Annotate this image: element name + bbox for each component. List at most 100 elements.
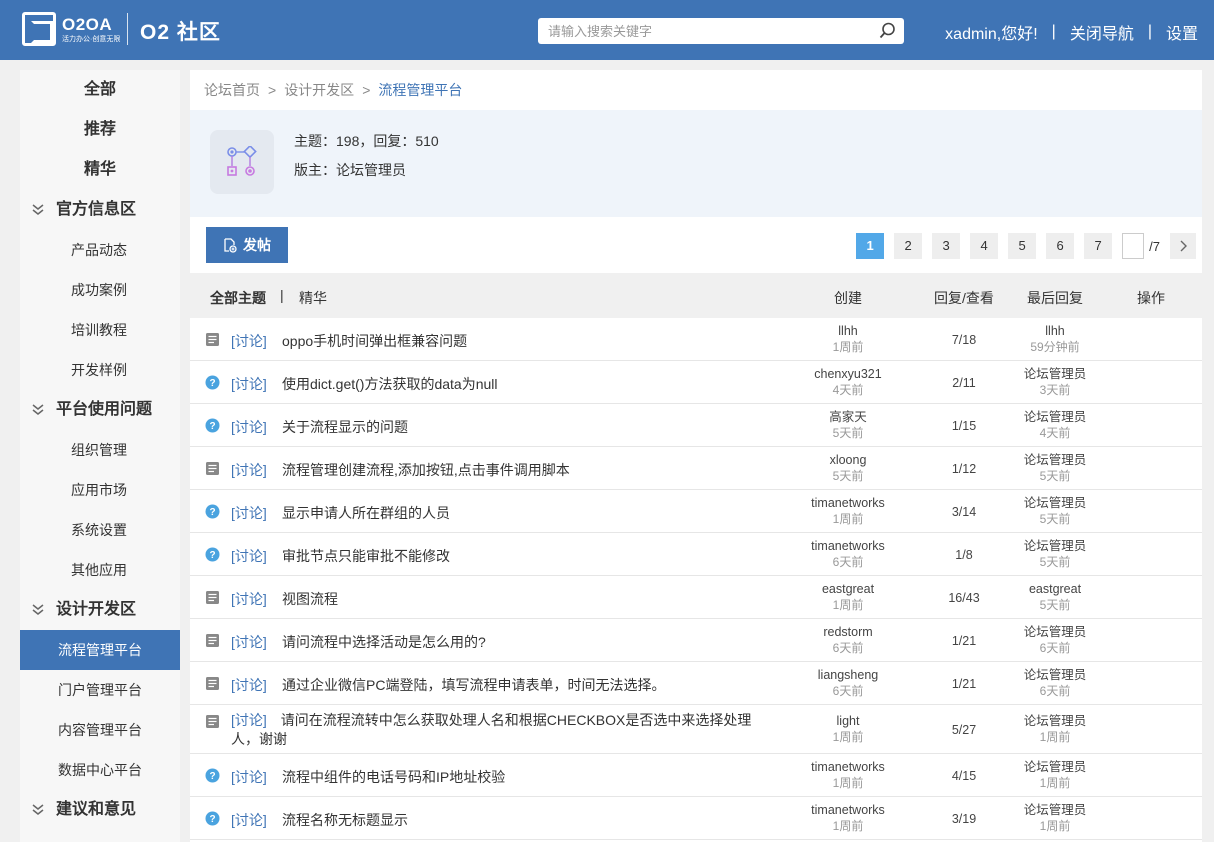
table-row[interactable]: ? [讨论] 关于流程显示的问题 高家天 5天前 1/15 论坛管理员 4天前 bbox=[190, 404, 1202, 447]
creator-name[interactable]: timanetworks bbox=[788, 802, 908, 818]
topic-title[interactable]: 流程名称无标题显示 bbox=[282, 810, 752, 830]
nav-essence[interactable]: 精华 bbox=[20, 150, 180, 190]
creator-name[interactable]: xloong bbox=[788, 452, 908, 468]
topic-title[interactable]: 显示申请人所在群组的人员 bbox=[282, 503, 752, 523]
tab-all-topics[interactable]: 全部主题 bbox=[210, 288, 266, 308]
topic-title[interactable]: 通过企业微信PC端登陆，填写流程申请表单，时间无法选择。 bbox=[282, 675, 752, 695]
page-button[interactable]: 2 bbox=[894, 233, 923, 259]
creator-name[interactable]: liangsheng bbox=[788, 667, 908, 683]
topic-category[interactable]: [讨论] bbox=[231, 767, 267, 787]
topic-title[interactable]: 关于流程显示的问题 bbox=[282, 417, 752, 437]
table-row[interactable]: [讨论] oppo手机时间弹出框兼容问题 llhh 1周前 7/18 llhh 59分钟前 bbox=[190, 318, 1202, 361]
nav-item-tutorials[interactable]: 培训教程 bbox=[20, 310, 180, 350]
topic-title-block[interactable]: [讨论] 请问在流程流转中怎么获取处理人名和根据CHECKBOX是否选中来选择处理… bbox=[231, 711, 761, 749]
topic-category[interactable]: [讨论] bbox=[231, 374, 267, 394]
search-input[interactable] bbox=[538, 18, 858, 44]
nav-item-portal-platform[interactable]: 门户管理平台 bbox=[20, 670, 180, 710]
last-reply-user[interactable]: 论坛管理员 bbox=[995, 667, 1115, 683]
table-row[interactable]: [讨论] 流程管理创建流程,添加按钮,点击事件调用脚本 xloong 5天前 1/12 论… bbox=[190, 447, 1202, 490]
topic-category[interactable]: [讨论] bbox=[231, 503, 267, 523]
table-row[interactable]: [讨论] 视图流程 eastgreat 1周前 16/43 eastgreat 5天前 bbox=[190, 576, 1202, 619]
table-row[interactable]: [讨论] 请问在流程流转中怎么获取处理人名和根据CHECKBOX是否选中来选择处理… bbox=[190, 705, 1202, 754]
page-button[interactable]: 3 bbox=[932, 233, 961, 259]
nav-recommended[interactable]: 推荐 bbox=[20, 110, 180, 150]
nav-group-platform[interactable]: 平台使用问题 bbox=[20, 390, 180, 430]
creator-name[interactable]: llhh bbox=[788, 323, 908, 339]
table-row[interactable]: ? [讨论] 审批节点只能审批不能修改 timanetworks 6天前 1/8 论坛管理员… bbox=[190, 533, 1202, 576]
creator-name[interactable]: 高家天 bbox=[788, 409, 908, 425]
topic-title[interactable]: oppo手机时间弹出框兼容问题 bbox=[282, 331, 752, 351]
last-reply-user[interactable]: 论坛管理员 bbox=[995, 538, 1115, 554]
last-reply-user[interactable]: 论坛管理员 bbox=[995, 624, 1115, 640]
close-nav-link[interactable]: 关闭导航 bbox=[1070, 20, 1134, 44]
table-row[interactable]: [讨论] 请问流程中选择活动是怎么用的? redstorm 6天前 1/21 论坛管理员 6… bbox=[190, 619, 1202, 662]
nav-item-dev-samples[interactable]: 开发样例 bbox=[20, 350, 180, 390]
table-row[interactable]: ? [讨论] 流程中组件的电话号码和IP地址校验 timanetworks 1周前 4/1… bbox=[190, 754, 1202, 797]
page-button[interactable]: 4 bbox=[970, 233, 999, 259]
last-reply-user[interactable]: 论坛管理员 bbox=[995, 802, 1115, 818]
topic-category[interactable]: [讨论] bbox=[231, 460, 267, 480]
nav-item-system-settings[interactable]: 系统设置 bbox=[20, 510, 180, 550]
last-reply-user[interactable]: llhh bbox=[995, 323, 1115, 339]
page-button[interactable]: 6 bbox=[1046, 233, 1075, 259]
nav-item-product-news[interactable]: 产品动态 bbox=[20, 230, 180, 270]
creator-name[interactable]: chenxyu321 bbox=[788, 366, 908, 382]
table-row[interactable]: ? [讨论] 使用dict.get()方法获取的data为null chenxyu32… bbox=[190, 361, 1202, 404]
topic-category[interactable]: [讨论] bbox=[231, 712, 267, 728]
creator-name[interactable]: timanetworks bbox=[788, 495, 908, 511]
last-reply-user[interactable]: eastgreat bbox=[995, 581, 1115, 597]
topic-title[interactable]: 流程管理创建流程,添加按钮,点击事件调用脚本 bbox=[282, 460, 752, 480]
page-button[interactable]: 7 bbox=[1084, 233, 1113, 259]
creator-name[interactable]: timanetworks bbox=[788, 538, 908, 554]
nav-item-success-cases[interactable]: 成功案例 bbox=[20, 270, 180, 310]
creator-name[interactable]: redstorm bbox=[788, 624, 908, 640]
nav-item-content-platform[interactable]: 内容管理平台 bbox=[20, 710, 180, 750]
settings-link[interactable]: 设置 bbox=[1166, 20, 1198, 44]
nav-item-org-management[interactable]: 组织管理 bbox=[20, 430, 180, 470]
last-reply-user[interactable]: 论坛管理员 bbox=[995, 495, 1115, 511]
breadcrumb-section[interactable]: 设计开发区 bbox=[284, 82, 354, 98]
nav-item-datacenter-platform[interactable]: 数据中心平台 bbox=[20, 750, 180, 790]
topic-title[interactable]: 使用dict.get()方法获取的data为null bbox=[282, 374, 752, 394]
page-jump-input[interactable] bbox=[1122, 233, 1145, 259]
topic-title[interactable]: 请问流程中选择活动是怎么用的? bbox=[282, 632, 752, 652]
table-row[interactable]: ? [讨论] 流程名称无标题显示 timanetworks 1周前 3/19 论坛管理员 1周… bbox=[190, 797, 1202, 840]
user-greeting[interactable]: xadmin,您好! bbox=[945, 20, 1037, 44]
page-button[interactable]: 5 bbox=[1008, 233, 1037, 259]
topic-category[interactable]: [讨论] bbox=[231, 331, 267, 351]
nav-group-design-dev[interactable]: 设计开发区 bbox=[20, 590, 180, 630]
last-reply-user[interactable]: 论坛管理员 bbox=[995, 713, 1115, 729]
last-reply-user[interactable]: 论坛管理员 bbox=[995, 452, 1115, 468]
nav-group-official[interactable]: 官方信息区 bbox=[20, 190, 180, 230]
topic-category[interactable]: [讨论] bbox=[231, 675, 267, 695]
breadcrumb-home[interactable]: 论坛首页 bbox=[204, 82, 260, 98]
nav-group-suggestions[interactable]: 建议和意见 bbox=[20, 790, 180, 830]
topic-category[interactable]: [讨论] bbox=[231, 589, 267, 609]
page-button[interactable]: 1 bbox=[856, 233, 885, 259]
nav-item-other-apps[interactable]: 其他应用 bbox=[20, 550, 180, 590]
last-reply-user[interactable]: 论坛管理员 bbox=[995, 366, 1115, 382]
last-reply-user[interactable]: 论坛管理员 bbox=[995, 409, 1115, 425]
topic-category[interactable]: [讨论] bbox=[231, 632, 267, 652]
nav-all[interactable]: 全部 bbox=[20, 70, 180, 110]
search-icon[interactable] bbox=[879, 22, 896, 39]
nav-item-app-market[interactable]: 应用市场 bbox=[20, 470, 180, 510]
topic-title[interactable]: 请问在流程流转中怎么获取处理人名和根据CHECKBOX是否选中来选择处理人，谢谢 bbox=[231, 712, 751, 747]
creator-name[interactable]: light bbox=[788, 713, 908, 729]
next-page-button[interactable] bbox=[1170, 233, 1196, 259]
creator-name[interactable]: timanetworks bbox=[788, 759, 908, 775]
creator-name[interactable]: eastgreat bbox=[788, 581, 908, 597]
tab-essence[interactable]: 精华 bbox=[299, 288, 327, 308]
topic-title[interactable]: 流程中组件的电话号码和IP地址校验 bbox=[282, 767, 752, 787]
last-reply-user[interactable]: 论坛管理员 bbox=[995, 759, 1115, 775]
topic-title[interactable]: 审批节点只能审批不能修改 bbox=[282, 546, 752, 566]
topic-category[interactable]: [讨论] bbox=[231, 810, 267, 830]
topic-category[interactable]: [讨论] bbox=[231, 546, 267, 566]
new-post-button[interactable]: 发帖 bbox=[206, 227, 288, 263]
topic-title[interactable]: 视图流程 bbox=[282, 589, 752, 609]
table-row[interactable]: [讨论] 通过企业微信PC端登陆，填写流程申请表单，时间无法选择。 liangshe… bbox=[190, 662, 1202, 705]
logo[interactable]: O2OA 活力办公·创意无限 bbox=[22, 12, 120, 46]
nav-item-process-platform[interactable]: 流程管理平台 bbox=[20, 630, 180, 670]
topic-category[interactable]: [讨论] bbox=[231, 417, 267, 437]
table-row[interactable]: ? [讨论] 显示申请人所在群组的人员 timanetworks 1周前 3/14 论坛管理… bbox=[190, 490, 1202, 533]
